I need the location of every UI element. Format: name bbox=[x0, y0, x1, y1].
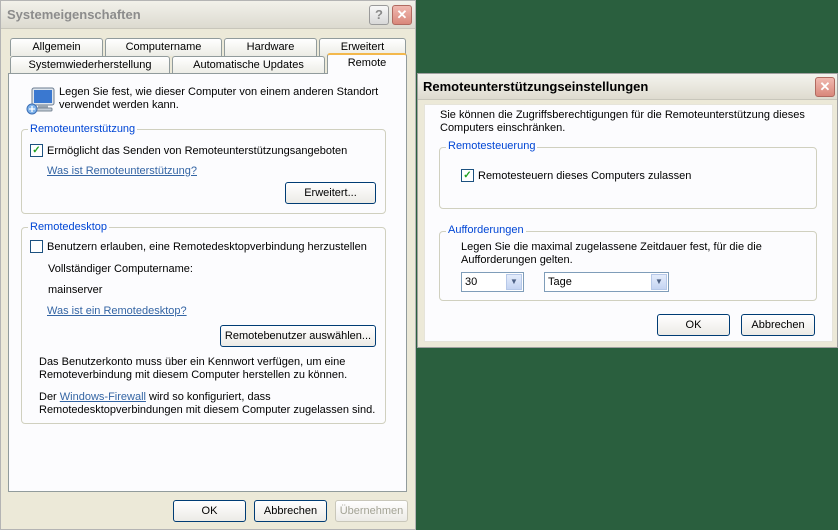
remote-assistance-settings-dialog: Remoteunterstützungseinstellungen ✕ Sie … bbox=[417, 73, 838, 348]
computer-monitor-icon bbox=[26, 87, 55, 115]
full-computer-name-value: mainserver bbox=[48, 284, 103, 296]
chevron-down-icon[interactable]: ▼ bbox=[506, 274, 522, 290]
duration-amount-value: 30 bbox=[465, 276, 478, 288]
remote-desktop-checkbox-label[interactable]: Benutzern erlauben, eine Remotedesktopve… bbox=[47, 241, 367, 253]
duration-unit-value: Tage bbox=[548, 276, 572, 288]
intro-text-line2: verwendet werden kann. bbox=[59, 99, 179, 111]
dialog-title-bar[interactable]: Remoteunterstützungseinstellungen ✕ bbox=[418, 74, 837, 100]
invitations-desc-line2: Aufforderungen gelten. bbox=[461, 254, 573, 266]
check-icon: ✓ bbox=[463, 170, 472, 181]
remote-desktop-help-link[interactable]: Was ist ein Remotedesktop? bbox=[47, 305, 187, 317]
dialog-cancel-button[interactable]: Abbrechen bbox=[741, 314, 815, 336]
dialog-close-button[interactable]: ✕ bbox=[815, 77, 835, 97]
invitations-group-title: Aufforderungen bbox=[446, 224, 526, 236]
tab-computername[interactable]: Computername bbox=[105, 38, 222, 56]
remote-desktop-checkbox[interactable] bbox=[30, 240, 43, 253]
system-properties-window: Systemeigenschaften ? ✕ Allgemein Comput… bbox=[0, 0, 416, 530]
advanced-button[interactable]: Erweitert... bbox=[285, 182, 376, 204]
remote-control-checkbox-label[interactable]: Remotesteuern dieses Computers zulassen bbox=[478, 170, 691, 182]
window-title: Systemeigenschaften bbox=[7, 7, 141, 22]
firewall-note-line2: Remotedesktopverbindungen mit diesem Com… bbox=[39, 404, 376, 416]
remote-assistance-checkbox[interactable]: ✓ bbox=[30, 144, 43, 157]
tab-hardware[interactable]: Hardware bbox=[224, 38, 317, 56]
help-button[interactable]: ? bbox=[369, 5, 389, 25]
dialog-intro-line2: Computers einschränken. bbox=[440, 122, 566, 134]
tab-remote[interactable]: Remote bbox=[327, 53, 407, 74]
remote-desktop-group-title: Remotedesktop bbox=[28, 221, 110, 233]
intro-text-line1: Legen Sie fest, wie dieser Computer von … bbox=[59, 86, 379, 98]
check-icon: ✓ bbox=[32, 145, 41, 156]
remote-assistance-group-title: Remoteunterstützung bbox=[28, 123, 138, 135]
dialog-title: Remoteunterstützungseinstellungen bbox=[423, 79, 649, 94]
close-button[interactable]: ✕ bbox=[392, 5, 412, 25]
dialog-intro-line1: Sie können die Zugriffsberechtigungen fü… bbox=[440, 109, 805, 121]
remote-control-group-title: Remotesteuerung bbox=[446, 140, 538, 152]
firewall-note-line1: Der Windows-Firewall wird so konfigurier… bbox=[39, 391, 271, 403]
invitations-desc-line1: Legen Sie die maximal zugelassene Zeitda… bbox=[461, 241, 762, 253]
tab-allgemein[interactable]: Allgemein bbox=[10, 38, 103, 56]
remote-assistance-checkbox-label[interactable]: Ermöglicht das Senden von Remoteunterstü… bbox=[47, 145, 347, 157]
cancel-button[interactable]: Abbrechen bbox=[254, 500, 327, 522]
ok-button[interactable]: OK bbox=[173, 500, 246, 522]
dialog-ok-button[interactable]: OK bbox=[657, 314, 730, 336]
tab-systemwiederherstellung[interactable]: Systemwiederherstellung bbox=[10, 56, 170, 74]
full-computer-name-label: Vollständiger Computername: bbox=[48, 263, 193, 275]
windows-firewall-link[interactable]: Windows-Firewall bbox=[60, 391, 146, 403]
invitation-duration-amount-select[interactable]: 30 ▼ bbox=[461, 272, 524, 292]
remote-control-checkbox[interactable]: ✓ bbox=[461, 169, 474, 182]
password-note-line1: Das Benutzerkonto muss über ein Kennwort… bbox=[39, 356, 346, 368]
apply-button[interactable]: Übernehmen bbox=[335, 500, 408, 522]
select-remote-users-button[interactable]: Remotebenutzer auswählen... bbox=[220, 325, 376, 347]
remote-assistance-help-link[interactable]: Was ist Remoteunterstützung? bbox=[47, 165, 197, 177]
title-bar[interactable]: Systemeigenschaften ? ✕ bbox=[1, 1, 415, 29]
chevron-down-icon[interactable]: ▼ bbox=[651, 274, 667, 290]
firewall-note-prefix: Der bbox=[39, 391, 60, 403]
firewall-note-suffix: wird so konfiguriert, dass bbox=[145, 391, 271, 403]
invitation-duration-unit-select[interactable]: Tage ▼ bbox=[544, 272, 669, 292]
tab-automatische-updates[interactable]: Automatische Updates bbox=[172, 56, 325, 74]
password-note-line2: Remoteverbindung mit diesem Computer her… bbox=[39, 369, 348, 381]
